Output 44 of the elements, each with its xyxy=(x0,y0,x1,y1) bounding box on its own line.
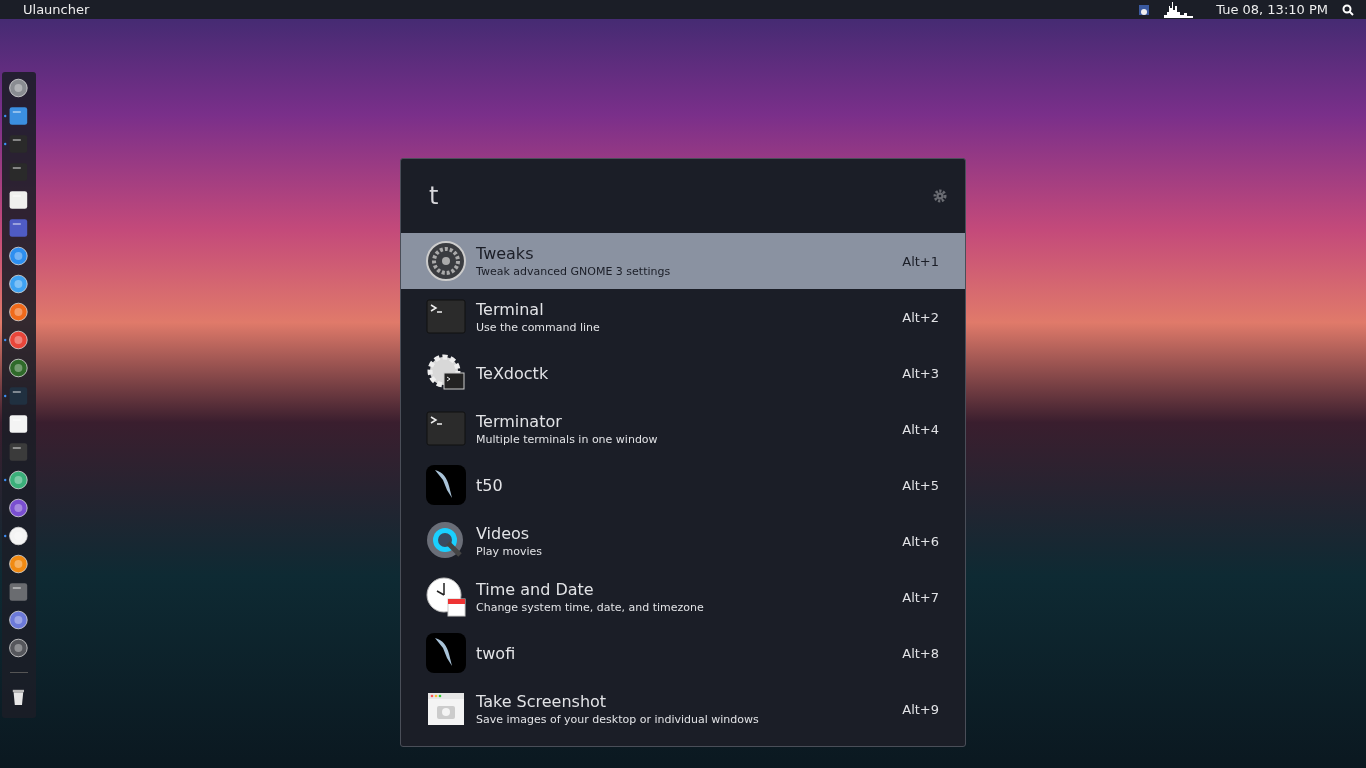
app-name: t50 xyxy=(476,475,504,495)
app-name: twofi xyxy=(476,643,517,663)
search-field[interactable]: t xyxy=(429,182,933,210)
shortcut-label: Alt+3 xyxy=(902,365,939,381)
app-name: Time and Date xyxy=(476,580,595,599)
shortcut-label: Alt+1 xyxy=(902,253,939,269)
result-item[interactable]: Videos Play movies Alt+6 xyxy=(401,513,965,569)
result-item[interactable]: TeXdoctk Alt+3 xyxy=(401,345,965,401)
app-description: Use the command line xyxy=(476,321,601,334)
app-menu[interactable]: Ulauncher xyxy=(23,2,90,17)
shortcut-label: Alt+5 xyxy=(902,477,939,493)
gear-terminal-icon xyxy=(426,353,466,393)
result-item[interactable]: Terminator Multiple terminals in one window Alt+4 xyxy=(401,401,965,457)
app-name: Tweaks xyxy=(476,244,535,263)
app-description: Tweak advanced GNOME 3 settings xyxy=(476,265,672,278)
shortcut-label: Alt+4 xyxy=(902,421,939,437)
shortcut-label: Alt+9 xyxy=(902,701,939,717)
result-item[interactable]: Take Screenshot Save images of your desktop or individual windows Alt+9 xyxy=(401,681,965,737)
shortcut-label: Alt+6 xyxy=(902,533,939,549)
result-item[interactable]: t50 Alt+5 xyxy=(401,457,965,513)
shortcut-label: Alt+7 xyxy=(902,589,939,605)
clock-icon xyxy=(426,577,466,617)
settings-icon[interactable] xyxy=(933,189,947,203)
bird-icon xyxy=(426,465,466,505)
app-name: TeXdoctk xyxy=(476,363,550,383)
app-name: Terminator xyxy=(476,412,563,431)
weather-icon[interactable] xyxy=(1138,3,1151,16)
app-description: Change system time, date, and timezone xyxy=(476,601,705,614)
result-item[interactable]: Tweaks Tweak advanced GNOME 3 settings Alt+1 xyxy=(401,233,965,289)
bird-icon xyxy=(426,633,466,673)
result-item[interactable]: twofi Alt+8 xyxy=(401,625,965,681)
app-name: Videos xyxy=(476,524,531,543)
app-description: Multiple terminals in one window xyxy=(476,433,659,446)
app-description: Play movies xyxy=(476,545,543,558)
result-item[interactable]: Time and Date Change system time, date, and timezone Alt+7 xyxy=(401,569,965,625)
clock[interactable]: Tue 08, 13:10 PM xyxy=(1216,2,1328,17)
shortcut-label: Alt+8 xyxy=(902,645,939,661)
shortcut-label: Alt+2 xyxy=(902,309,939,325)
search-icon[interactable] xyxy=(1342,3,1354,16)
app-description: Save images of your desktop or individual windows xyxy=(476,713,760,726)
player-icon xyxy=(426,521,466,561)
app-name: Take Screenshot xyxy=(476,692,608,711)
app-name: Terminal xyxy=(476,300,545,319)
result-item[interactable]: Terminal Use the command line Alt+2 xyxy=(401,289,965,345)
